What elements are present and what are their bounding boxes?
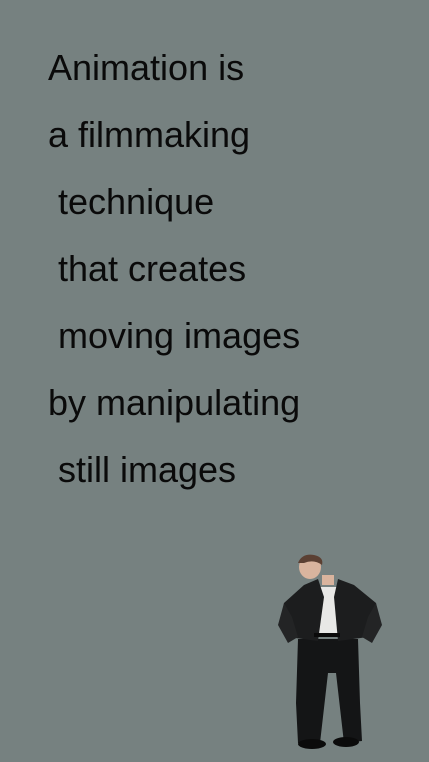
standing-person-icon — [274, 553, 386, 751]
text-line: that creates — [48, 248, 247, 289]
text-line: still images — [48, 449, 237, 490]
text-line: a filmmaking — [48, 114, 251, 155]
text-line: technique — [48, 181, 215, 222]
text-line: moving images — [48, 315, 301, 356]
text-line: Animation is — [48, 47, 245, 88]
page: Animation is a filmmaking technique that… — [0, 0, 429, 762]
text-line: by manipulating — [48, 382, 301, 423]
text-block: Animation is a filmmaking technique that… — [48, 46, 300, 515]
